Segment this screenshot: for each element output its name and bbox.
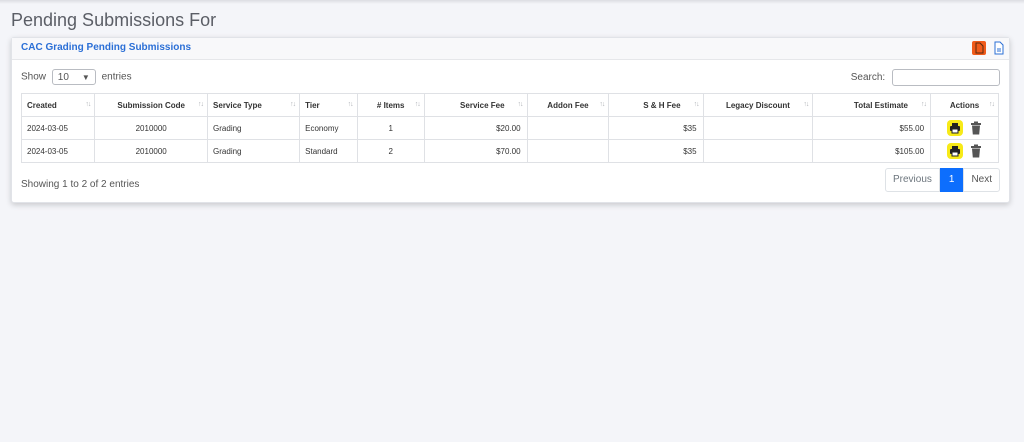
cell-addon-fee [526,116,610,140]
previous-button[interactable]: Previous [884,168,940,192]
cell-items: 1 [356,116,425,140]
cell-submission-code: 2010000 [94,116,209,140]
sort-icon: ↑↓ [517,101,524,108]
sort-icon: ↑↓ [693,101,700,108]
cell-total-estimate: $55.00 [812,116,932,140]
cell-actions [930,139,999,163]
col-submission-code[interactable]: Submission Code ↑↓ [94,93,209,117]
document-icon[interactable] [992,41,1006,55]
table-header-row: Created ↑↓ Submission Code ↑↓ Service Type… [20,93,999,117]
cell-service-type: Grading [207,139,301,163]
page-title: Pending Submissions For [11,10,217,30]
cell-service-fee: $70.00 [423,139,528,163]
cell-submission-code: 2010000 [94,139,209,163]
submissions-card: CAC Grading Pending Submissions Show 10 … [11,37,1010,203]
page-size-value: 10 [57,72,69,83]
cell-tier: Standard [299,139,358,163]
sort-icon: ↑↓ [85,101,91,108]
col-created[interactable]: Created ↑↓ [20,93,96,117]
show-label: Show [21,71,47,83]
pagination: Previous 1 Next [884,168,1000,192]
sort-icon: ↑↓ [803,101,809,108]
col-tier[interactable]: Tier ↑↓ [299,93,358,117]
cell-addon-fee [526,139,610,163]
trash-icon[interactable] [970,144,982,158]
col-sh-fee[interactable]: S & H Fee ↑↓ [608,93,704,117]
cell-sh-fee: $35 [608,116,704,140]
card-title: CAC Grading Pending Submissions [21,42,192,53]
trash-icon[interactable] [970,121,982,135]
col-addon-fee[interactable]: Addon Fee ↑↓ [526,93,610,117]
cell-legacy-discount [702,139,814,163]
cell-service-type: Grading [207,116,301,140]
cell-total-estimate: $105.00 [812,139,932,163]
sort-icon: ↑↓ [414,101,421,108]
cell-sh-fee: $35 [608,139,704,163]
search-control: Search: [851,69,1000,86]
topbar [0,0,1024,4]
search-label: Search: [850,72,886,84]
sort-icon: ↑↓ [347,101,354,108]
cell-items: 2 [356,139,425,163]
cell-legacy-discount [702,116,814,140]
cell-created: 2024-03-05 [20,139,96,163]
cell-tier: Economy [299,116,358,140]
pdf-icon[interactable] [972,41,986,55]
sort-icon: ↑↓ [290,101,296,108]
col-legacy-discount[interactable]: Legacy Discount ↑↓ [702,93,814,117]
table-info: Showing 1 to 2 of 2 entries [21,179,140,190]
sort-icon: ↑↓ [921,101,927,108]
table-row: 2024-03-05 2010000 Grading Economy 1 $20… [20,116,999,140]
table-row: 2024-03-05 2010000 Grading Standard 2 $7… [20,139,999,163]
print-icon[interactable] [946,143,963,159]
chevron-down-icon: ▼ [81,73,90,82]
entries-label: entries [101,71,132,83]
cell-service-fee: $20.00 [423,116,528,140]
page-size-select[interactable]: 10 ▼ [51,69,96,85]
col-items[interactable]: # Items ↑↓ [356,93,425,117]
sort-icon: ↑↓ [198,101,204,108]
sort-icon: ↑↓ [989,101,995,108]
cell-actions [930,116,999,140]
print-icon[interactable] [946,120,963,136]
col-service-type[interactable]: Service Type ↑↓ [207,93,301,117]
card-header: CAC Grading Pending Submissions [12,38,1009,60]
sort-icon: ↑↓ [599,101,605,108]
next-button[interactable]: Next [963,168,1000,192]
cell-created: 2024-03-05 [20,116,96,140]
page-size-control: Show 10 ▼ entries [21,69,132,85]
search-input[interactable] [892,69,1000,86]
col-actions[interactable]: Actions ↑↓ [930,93,999,117]
col-total-estimate[interactable]: Total Estimate ↑↓ [812,93,932,117]
submissions-table: Created ↑↓ Submission Code ↑↓ Service Type… [20,93,999,163]
page-1-button[interactable]: 1 [939,168,964,192]
col-service-fee[interactable]: Service Fee ↑↓ [423,93,528,117]
